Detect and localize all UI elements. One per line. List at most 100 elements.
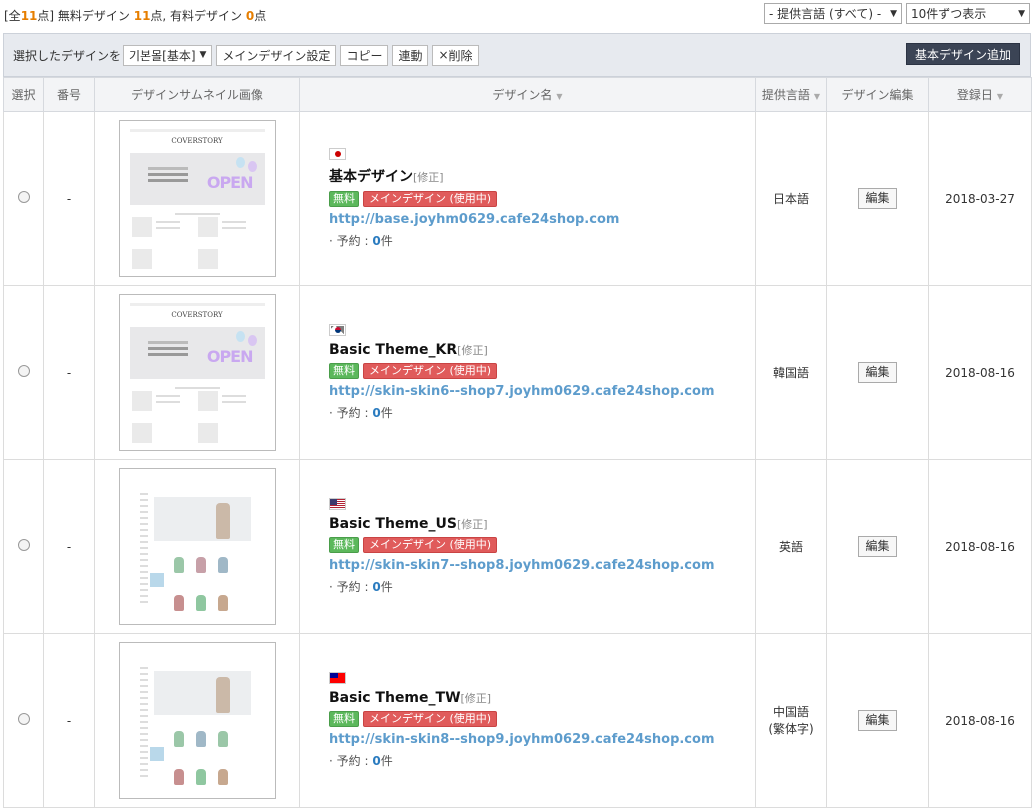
- main-design-badge: メインデザイン (使用中): [363, 711, 498, 727]
- language-filter-value: - 提供言語 (すべて) -: [769, 7, 882, 21]
- language-filter-select[interactable]: - 提供言語 (すべて) - ▼: [764, 3, 902, 24]
- table-row: - Basic Theme_US[修正] 無料 メインデザイン (使用中) ht…: [3, 459, 1032, 634]
- design-name-text: Basic Theme_KR: [329, 342, 458, 358]
- rename-link[interactable]: [修正]: [461, 692, 492, 705]
- reservation-info: · 予約 : 0件: [329, 406, 393, 420]
- reservation-unit: 件: [380, 234, 393, 248]
- design-target-select[interactable]: 기본몰[基本] ▼: [123, 44, 213, 66]
- thumbnail-banner-word: OPEN: [206, 173, 254, 192]
- thumbnail-cell: [94, 633, 300, 808]
- edit-design-button[interactable]: 編集: [858, 710, 897, 731]
- set-main-design-button[interactable]: メインデザイン設定: [216, 44, 337, 66]
- design-name: Basic Theme_TW[修正]: [329, 690, 755, 706]
- free-badge: 無料: [329, 363, 359, 379]
- table-row: - COVERSTORY OPEN: [3, 285, 1032, 460]
- reservation-count: 0: [372, 234, 381, 248]
- table-header-row: 選択 番号 デザインサムネイル画像 デザイン名 ▼ 提供言語 ▼ デザイン編集 登録…: [3, 77, 1032, 112]
- edit-design-button[interactable]: 編集: [858, 188, 897, 209]
- thumbnail-logo: COVERSTORY: [171, 137, 223, 145]
- design-url-link[interactable]: http://skin-skin6--shop7.joyhm0629.cafe2…: [329, 384, 755, 399]
- design-info-cell: Basic Theme_KR[修正] 無料 メインデザイン (使用中) http…: [299, 285, 756, 460]
- table-row: - Basic Theme_TW[修正] 無料 メインデザイン (使用中) ht…: [3, 633, 1032, 808]
- select-cell: [3, 633, 44, 808]
- design-thumbnail[interactable]: [118, 468, 276, 625]
- design-info-cell: Basic Theme_US[修正] 無料 メインデザイン (使用中) http…: [299, 459, 756, 634]
- add-basic-design-button[interactable]: 基本デザイン追加: [905, 43, 1020, 65]
- free-badge: 無料: [329, 191, 359, 207]
- design-name: 基本デザイン[修正]: [329, 166, 755, 186]
- action-label: 選択したデザインを: [13, 48, 122, 63]
- sort-arrow-icon: ▼: [556, 92, 563, 101]
- design-thumbnail[interactable]: COVERSTORY OPEN: [118, 294, 276, 451]
- col-header-name[interactable]: デザイン名 ▼: [299, 77, 756, 112]
- close-icon: ×: [438, 48, 449, 62]
- design-thumbnail[interactable]: [118, 642, 276, 799]
- reservation-unit: 件: [380, 754, 393, 768]
- per-page-select[interactable]: 10件ずつ表示 ▼: [906, 3, 1030, 24]
- delete-button[interactable]: × 削除: [432, 44, 479, 66]
- col-header-language[interactable]: 提供言語 ▼: [755, 77, 827, 112]
- edit-design-button[interactable]: 編集: [858, 362, 897, 383]
- link-button[interactable]: 連動: [392, 44, 429, 66]
- table-row: - COVERSTORY OPEN: [3, 111, 1032, 286]
- thumbnail-banner-word: OPEN: [206, 347, 254, 366]
- design-target-value: 기본몰[基本]: [129, 48, 196, 63]
- reservation-label: 予約 :: [336, 234, 369, 248]
- col-header-date[interactable]: 登録日 ▼: [928, 77, 1032, 112]
- paid-count: 0: [245, 9, 255, 23]
- design-name-text: Basic Theme_TW: [329, 690, 461, 706]
- thumbnail-cell: COVERSTORY OPEN: [94, 111, 300, 286]
- free-badge: 無料: [329, 537, 359, 553]
- rename-link[interactable]: [修正]: [457, 344, 488, 357]
- design-url-link[interactable]: http://base.joyhm0629.cafe24shop.com: [329, 212, 755, 227]
- edit-cell: 編集: [826, 285, 929, 460]
- number-cell: -: [43, 633, 95, 808]
- edit-design-button[interactable]: 編集: [858, 536, 897, 557]
- badges: 無料 メインデザイン (使用中): [329, 711, 755, 727]
- reservation-info: · 予約 : 0件: [329, 580, 393, 594]
- reservation-unit: 件: [380, 406, 393, 420]
- edit-cell: 編集: [826, 111, 929, 286]
- col-header-date-label: 登録日: [956, 88, 993, 102]
- select-cell: [3, 285, 44, 460]
- main-design-badge: メインデザイン (使用中): [363, 191, 498, 207]
- number-cell: -: [43, 111, 95, 286]
- tw-flag-icon: [329, 672, 346, 684]
- action-bar: 選択したデザインを 기본몰[基本] ▼ メインデザイン設定 コピー 連動 × 削除 …: [3, 33, 1031, 77]
- col-header-select: 選択: [3, 77, 44, 112]
- per-page-value: 10件ずつ表示: [911, 7, 987, 21]
- select-cell: [3, 459, 44, 634]
- delete-label: 削除: [448, 48, 473, 63]
- rename-link[interactable]: [修正]: [413, 171, 444, 184]
- language-cell: 韓国語: [755, 285, 827, 460]
- date-cell: 2018-08-16: [928, 285, 1032, 460]
- col-header-thumbnail: デザインサムネイル画像: [94, 77, 300, 112]
- language-cell: 日本語: [755, 111, 827, 286]
- row-select-radio[interactable]: [17, 713, 30, 725]
- select-cell: [3, 111, 44, 286]
- design-name-text: Basic Theme_US: [329, 516, 457, 532]
- badges: 無料 メインデザイン (使用中): [329, 191, 755, 207]
- main-design-badge: メインデザイン (使用中): [363, 537, 498, 553]
- edit-cell: 編集: [826, 633, 929, 808]
- row-select-radio[interactable]: [17, 365, 30, 377]
- design-thumbnail[interactable]: COVERSTORY OPEN: [118, 120, 276, 277]
- language-cell: 英語: [755, 459, 827, 634]
- copy-button[interactable]: コピー: [340, 44, 389, 66]
- us-flag-icon: [329, 498, 346, 510]
- row-select-radio[interactable]: [17, 191, 30, 203]
- date-cell: 2018-03-27: [928, 111, 1032, 286]
- col-header-language-label: 提供言語: [761, 88, 810, 102]
- row-select-radio[interactable]: [17, 539, 30, 551]
- summary-suffix: 点: [254, 9, 267, 23]
- design-url-link[interactable]: http://skin-skin7--shop8.joyhm0629.cafe2…: [329, 558, 755, 573]
- summary-free-label: 点] 無料デザイン: [37, 9, 130, 23]
- reservation-count: 0: [372, 580, 381, 594]
- reservation-label: 予約 :: [336, 754, 369, 768]
- design-name: Basic Theme_KR[修正]: [329, 342, 755, 358]
- rename-link[interactable]: [修正]: [457, 518, 488, 531]
- reservation-info: · 予約 : 0件: [329, 234, 393, 248]
- reservation-label: 予約 :: [336, 406, 369, 420]
- thumbnail-logo: COVERSTORY: [171, 311, 223, 319]
- design-url-link[interactable]: http://skin-skin8--shop9.joyhm0629.cafe2…: [329, 732, 755, 747]
